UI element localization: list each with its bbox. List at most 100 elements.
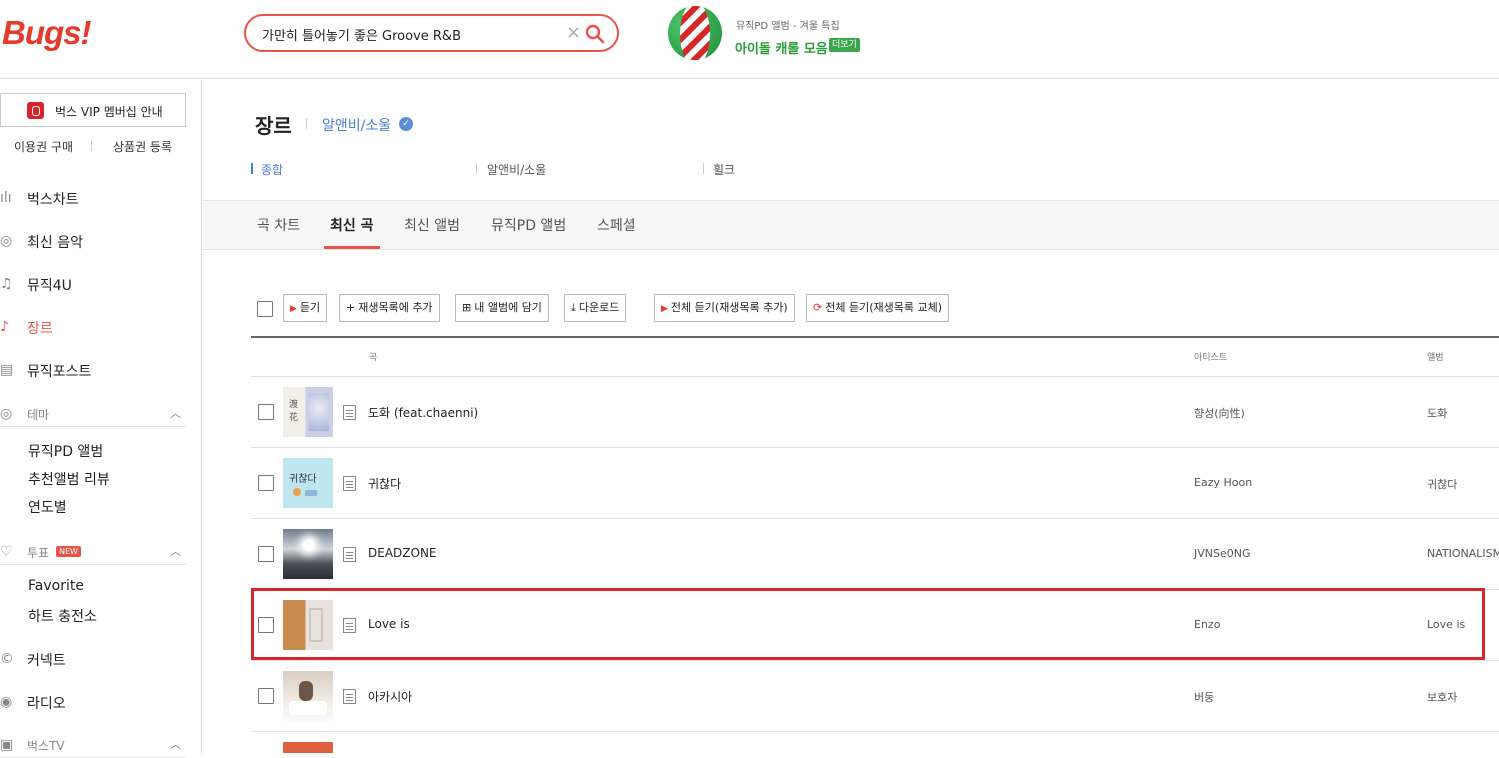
- song-artist[interactable]: Eazy Hoon: [1194, 476, 1252, 489]
- album-art[interactable]: [283, 742, 333, 753]
- heart-icon: ♡: [0, 544, 13, 560]
- new-badge: NEW: [56, 546, 81, 557]
- download-icon: ⤓: [571, 301, 576, 314]
- album-add-icon: ⊞: [462, 301, 472, 314]
- add-to-album-button[interactable]: ⊞ 내 앨범에 담기: [455, 294, 549, 322]
- sidebar-subitem-by-year[interactable]: 연도별: [28, 497, 67, 517]
- tab-latest-songs[interactable]: 최신 곡: [330, 215, 374, 235]
- connect-icon: ©: [0, 651, 14, 667]
- sidebar-item-connect[interactable]: © 커넥트: [0, 648, 200, 672]
- row-checkbox[interactable]: [258, 404, 274, 420]
- genre-selector[interactable]: 알앤비/소울: [322, 115, 391, 135]
- bugs-logo[interactable]: Bugs!: [2, 14, 91, 52]
- table-row[interactable]: DEADZONE JVNSe0NG NATIONALISM: [251, 519, 1499, 590]
- dropdown-circle-icon[interactable]: ✓: [399, 117, 413, 131]
- song-album[interactable]: 보호자: [1427, 689, 1457, 705]
- row-checkbox[interactable]: [258, 475, 274, 491]
- chevron-up-icon[interactable]: ︿: [170, 736, 181, 752]
- clear-icon[interactable]: ×: [566, 22, 581, 43]
- sidebar-item-music-post[interactable]: ▤ 뮤직포스트: [0, 359, 200, 383]
- song-title[interactable]: 귀찮다: [368, 475, 401, 492]
- play-icon: ▶: [661, 304, 668, 314]
- guitar-icon: ♪: [0, 319, 9, 335]
- sidebar-item-new-music[interactable]: ◎ 최신 음악: [0, 230, 200, 254]
- album-art[interactable]: [283, 529, 333, 579]
- album-art[interactable]: 渡花: [283, 387, 333, 437]
- promo-more-button[interactable]: 더보기: [829, 38, 860, 52]
- column-artist: 아티스트: [1194, 353, 1228, 363]
- selection-highlight-box: [251, 588, 1485, 660]
- chevron-up-icon[interactable]: ︿: [170, 405, 181, 421]
- select-all-checkbox[interactable]: [257, 301, 273, 317]
- sidebar-item-genre[interactable]: ♪ 장르: [0, 316, 200, 340]
- row-checkbox[interactable]: [258, 546, 274, 562]
- sidebar: 벅스 VIP 멤버십 안내 이용권 구매 상품권 등록 ılı 벅스차트 ◎ 최신 …: [0, 80, 202, 758]
- tv-icon: ▣: [0, 737, 14, 753]
- bugs-vip-icon: [27, 102, 44, 119]
- column-album: 앨범: [1427, 353, 1444, 363]
- table-row[interactable]: 渡花 도화 (feat.chaenni) 향성(向性) 도화: [251, 377, 1499, 448]
- column-song: 곡: [369, 353, 378, 363]
- vip-membership-button[interactable]: 벅스 VIP 멤버십 안내: [0, 93, 186, 127]
- tab-musicpd-albums[interactable]: 뮤직PD 앨범: [491, 215, 566, 235]
- page-title: 장르: [255, 114, 292, 138]
- tab-special[interactable]: 스페셜: [597, 215, 636, 235]
- search-icon[interactable]: [585, 24, 605, 44]
- post-icon: ▤: [0, 362, 14, 378]
- sidebar-subitem-favorite[interactable]: Favorite: [28, 578, 84, 594]
- tab-song-chart[interactable]: 곡 차트: [257, 215, 300, 235]
- promo-title[interactable]: 아이돌 캐롤 모음: [735, 38, 828, 57]
- add-to-playlist-button[interactable]: + 재생목록에 추가: [339, 294, 440, 322]
- search-box[interactable]: 가만히 틀어놓기 좋은 Groove R&B ×: [244, 14, 619, 52]
- row-checkbox[interactable]: [258, 688, 274, 704]
- filter-overall[interactable]: 종합: [261, 161, 283, 178]
- song-title[interactable]: 아카시아: [368, 688, 412, 705]
- song-album[interactable]: 귀찮다: [1427, 476, 1457, 492]
- album-art[interactable]: 귀찮다: [283, 458, 333, 508]
- radio-icon: ◉: [0, 694, 13, 710]
- table-row[interactable]: 귀찮다 귀찮다 Eazy Hoon 귀찮다: [251, 448, 1499, 519]
- divider: [703, 163, 704, 174]
- song-album[interactable]: 도화: [1427, 405, 1447, 421]
- chart-icon: ılı: [0, 190, 12, 206]
- download-button[interactable]: ⤓ 다운로드: [564, 294, 627, 322]
- song-title[interactable]: DEADZONE: [368, 546, 437, 560]
- filter-rnb-soul[interactable]: 알앤비/소울: [487, 161, 546, 178]
- listen-button[interactable]: ▶ 듣기: [283, 294, 328, 322]
- lyrics-icon[interactable]: [343, 476, 356, 491]
- sidebar-group-theme[interactable]: ◎ 테마 ︿: [0, 403, 186, 427]
- buy-pass-link[interactable]: 이용권 구매: [14, 138, 73, 155]
- search-input[interactable]: 가만히 틀어놓기 좋은 Groove R&B: [262, 25, 461, 44]
- sidebar-item-radio[interactable]: ◉ 라디오: [0, 691, 200, 715]
- song-album[interactable]: NATIONALISM: [1427, 547, 1499, 560]
- divider: [476, 163, 477, 174]
- chevron-up-icon[interactable]: ︿: [170, 543, 181, 559]
- promo-ornament-image[interactable]: [668, 6, 722, 60]
- sidebar-item-chart[interactable]: ılı 벅스차트: [0, 187, 200, 211]
- sidebar-group-vote[interactable]: ♡ 투표 NEW ︿: [0, 541, 186, 565]
- play-icon: ▶: [290, 304, 297, 314]
- play-all-replace-button[interactable]: ⟳ 전체 듣기(재생목록 교체): [806, 294, 949, 322]
- table-row[interactable]: 아카시아 버둥 보호자: [251, 661, 1499, 732]
- sidebar-item-music4u[interactable]: ♫ 뮤직4U: [0, 273, 200, 297]
- play-all-add-button[interactable]: ▶ 전체 듣기(재생목록 추가): [654, 294, 795, 322]
- sidebar-subitem-musicpd[interactable]: 뮤직PD 앨범: [28, 441, 103, 461]
- song-artist[interactable]: 버둥: [1194, 689, 1214, 705]
- plus-icon: +: [346, 301, 356, 314]
- active-tab-underline: [324, 246, 380, 249]
- sidebar-group-tv[interactable]: ▣ 벅스TV ︿: [0, 734, 186, 758]
- tab-bar: [203, 200, 1499, 250]
- filter-funk[interactable]: 휠크: [713, 161, 735, 178]
- lyrics-icon[interactable]: [343, 547, 356, 562]
- register-coupon-link[interactable]: 상품권 등록: [113, 138, 172, 155]
- lyrics-icon[interactable]: [343, 689, 356, 704]
- song-artist[interactable]: JVNSe0NG: [1194, 547, 1251, 560]
- sidebar-subitem-heart-charge[interactable]: 하트 충전소: [28, 606, 97, 626]
- top-header: Bugs! 가만히 틀어놓기 좋은 Groove R&B × 뮤직PD 앨범 -…: [0, 0, 1499, 79]
- song-artist[interactable]: 향성(向性): [1194, 405, 1245, 421]
- tab-latest-albums[interactable]: 최신 앨범: [404, 215, 460, 235]
- sidebar-subitem-review[interactable]: 추천앨범 리뷰: [28, 469, 110, 489]
- album-art[interactable]: [283, 671, 333, 721]
- lyrics-icon[interactable]: [343, 405, 356, 420]
- song-title[interactable]: 도화 (feat.chaenni): [368, 404, 478, 421]
